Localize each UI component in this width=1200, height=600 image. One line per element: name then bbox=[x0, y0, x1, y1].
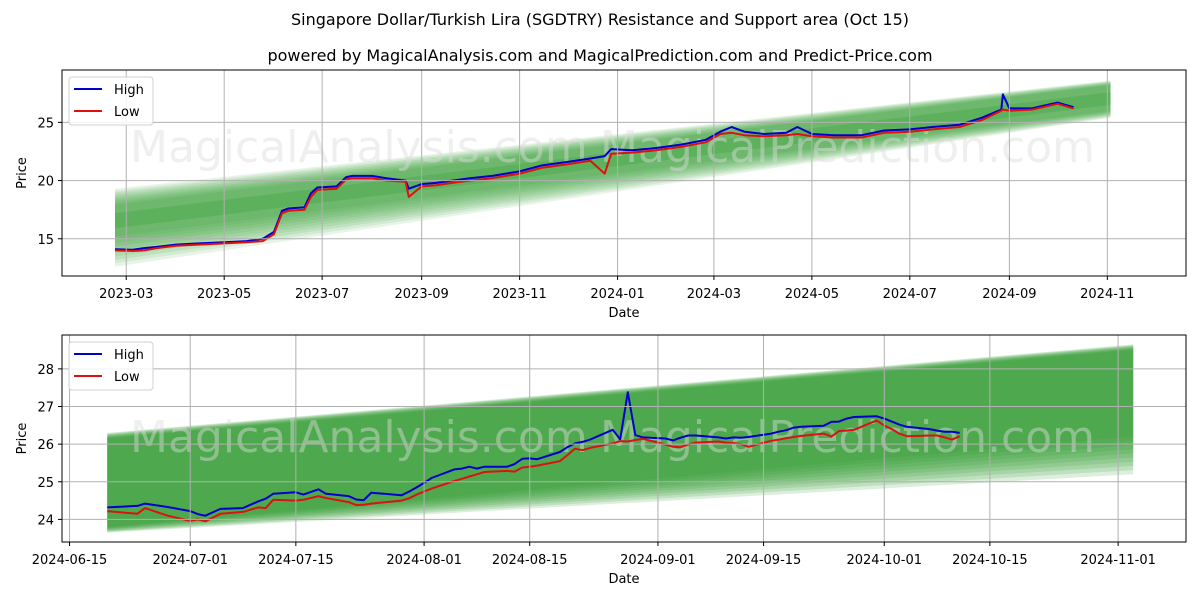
x-tick-label: 2024-09-01 bbox=[620, 553, 696, 568]
plot-area: MagicalAnalysis.com MagicalPrediction.com bbox=[107, 344, 1134, 533]
x-tick-label: 2024-05 bbox=[785, 287, 839, 302]
y-tick-label: 15 bbox=[37, 233, 54, 248]
legend: High Low bbox=[68, 341, 154, 391]
legend-label-low: Low bbox=[114, 370, 140, 385]
x-tick-label: 2023-09 bbox=[395, 287, 449, 302]
charts-canvas: MagicalAnalysis.com MagicalPrediction.com… bbox=[15, 69, 1187, 587]
legend-label-high: High bbox=[114, 348, 144, 363]
x-tick-label: 2024-11-01 bbox=[1080, 553, 1156, 568]
legend: High Low bbox=[68, 76, 154, 126]
x-tick-label: 2023-11 bbox=[492, 287, 546, 302]
x-tick-label: 2024-08-01 bbox=[386, 553, 462, 568]
x-tick-label: 2024-10-01 bbox=[846, 553, 922, 568]
x-tick-label: 2023-05 bbox=[197, 287, 251, 302]
x-tick-label: 2023-07 bbox=[295, 287, 349, 302]
legend-label-low: Low bbox=[114, 105, 140, 120]
y-tick-label: 25 bbox=[37, 116, 54, 131]
watermark-text: MagicalPrediction.com bbox=[600, 412, 1095, 463]
x-tick-label: 2024-01 bbox=[590, 287, 644, 302]
watermark-text: MagicalAnalysis.com bbox=[130, 122, 588, 173]
y-tick-label: 20 bbox=[37, 175, 54, 190]
x-axis-label: Date bbox=[608, 572, 639, 587]
x-tick-label: 2024-03 bbox=[687, 287, 741, 302]
x-tick-label: 2024-07-15 bbox=[258, 553, 334, 568]
y-tick-label: 26 bbox=[37, 438, 54, 453]
y-tick-label: 27 bbox=[37, 401, 54, 416]
y-tick-label: 28 bbox=[37, 363, 54, 378]
watermark-text: MagicalAnalysis.com bbox=[130, 412, 588, 463]
y-tick-label: 24 bbox=[37, 513, 54, 528]
x-tick-label: 2024-06-15 bbox=[32, 553, 108, 568]
x-tick-label: 2024-07-01 bbox=[152, 553, 228, 568]
x-tick-label: 2024-11 bbox=[1080, 287, 1134, 302]
x-tick-label: 2024-09 bbox=[982, 287, 1036, 302]
bottom-chart-panel: MagicalAnalysis.com MagicalPrediction.com… bbox=[15, 334, 1187, 587]
x-tick-label: 2024-10-15 bbox=[952, 553, 1028, 568]
y-axis-label: Price bbox=[15, 423, 30, 455]
top-chart-panel: MagicalAnalysis.com MagicalPrediction.com… bbox=[15, 69, 1187, 321]
x-tick-label: 2024-07 bbox=[883, 287, 937, 302]
y-tick-label: 25 bbox=[37, 476, 54, 491]
x-tick-label: 2024-08-15 bbox=[492, 553, 568, 568]
legend-label-high: High bbox=[114, 83, 144, 98]
x-tick-label: 2023-03 bbox=[99, 287, 153, 302]
x-axis-label: Date bbox=[608, 306, 639, 321]
x-tick-label: 2024-09-15 bbox=[726, 553, 802, 568]
y-axis-label: Price bbox=[15, 157, 30, 189]
